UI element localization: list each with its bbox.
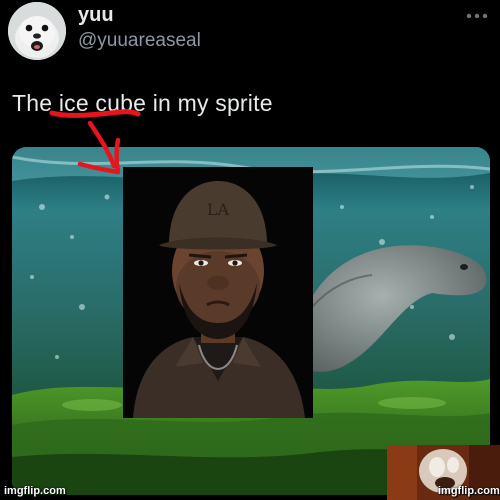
svg-text:LA: LA [207, 200, 230, 219]
more-dots-icon [466, 13, 488, 19]
display-name[interactable]: yuu [78, 4, 114, 27]
imgflip-watermark-left: imgflip.com [4, 485, 66, 497]
portrait-image: LA [123, 167, 313, 418]
tweet-text: The ice cube in my sprite [12, 90, 273, 117]
tweet-text-before: The [12, 90, 59, 116]
tweet-text-after: in my sprite [146, 90, 273, 116]
more-options-button[interactable] [464, 10, 490, 22]
avatar[interactable] [8, 2, 66, 60]
seal-avatar-icon [8, 2, 66, 60]
user-handle[interactable]: @yuuareaseal [78, 30, 201, 52]
tweet-text-highlight: ice cube [58, 90, 147, 116]
ice-cube-portrait-photo[interactable]: LA [123, 167, 313, 418]
imgflip-watermark-right: imgflip.com [438, 485, 500, 497]
